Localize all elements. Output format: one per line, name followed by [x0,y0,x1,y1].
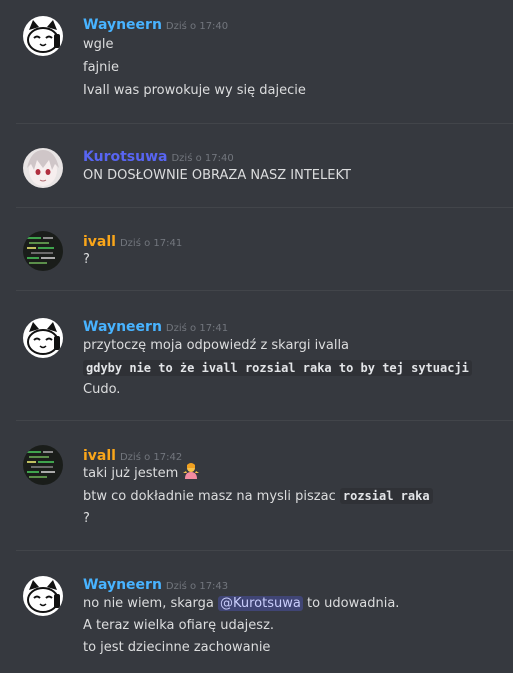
message-text: przytoczę moja odpowiedź z skargi ivalla [83,338,350,353]
message-text: to jest dziecinne zachowanie [83,640,271,655]
message-header: ivall Dziś o 17:41 [83,231,182,250]
message-text: wgle [83,37,114,52]
message-fragment: no nie wiem, skarga [83,596,214,611]
divider [16,420,513,421]
cat-avatar-icon[interactable] [23,576,63,616]
message-text: ? [83,511,90,526]
author-name[interactable]: Wayneern [83,17,162,33]
inline-code: gdyby nie to że ivall rozsial raka to by… [83,360,472,376]
message-fragment: btw co dokładnie masz na mysli piszac [83,489,336,504]
author-name[interactable]: ivall [83,234,116,250]
author-name[interactable]: Kurotsuwa [83,149,167,165]
code-avatar-icon[interactable] [23,231,63,271]
message-text: ON DOSŁOWNIE OBRAZA NASZ INTELEKT [83,168,351,183]
message-header: Kurotsuwa Dziś o 17:40 [83,146,234,165]
message-text: ? [83,252,90,267]
chat-log: Wayneern Dziś o 17:40 wgle fajnie Ivall w… [0,0,513,673]
message-header: Wayneern Dziś o 17:41 [83,316,228,335]
divider [16,123,513,124]
author-name[interactable]: Wayneern [83,577,162,593]
timestamp: Dziś o 17:40 [165,21,229,32]
cat-avatar-icon[interactable] [23,318,63,358]
message-text: Cudo. [83,382,121,397]
inline-code: rozsial raka [339,488,433,504]
divider [16,290,513,291]
message-text: no nie wiem, skarga @Kurotsuwa to udowad… [83,593,399,615]
message-fragment: to udowadnia. [306,596,400,611]
user-mention[interactable]: @Kurotsuwa [218,596,303,611]
message-text: btw co dokładnie masz na mysli piszac ro… [83,485,433,508]
message-text: fajnie [83,60,120,75]
cat-avatar-icon[interactable] [23,16,63,56]
message-text: gdyby nie to że ivall rozsial raka to by… [83,357,472,380]
timestamp: Dziś o 17:43 [165,581,229,592]
message-header: Wayneern Dziś o 17:43 [83,574,228,593]
message-header: Wayneern Dziś o 17:40 [83,14,228,33]
timestamp: Dziś o 17:40 [171,153,234,164]
timestamp: Dziś o 17:41 [119,238,183,249]
author-name[interactable]: Wayneern [83,319,162,335]
divider [16,207,513,208]
message-fragment: taki już jestem [83,466,179,481]
message-text: Ivall was prowokuje wy się dajecie [83,83,306,98]
timestamp: Dziś o 17:41 [165,323,229,334]
divider [16,550,513,551]
message-text: A teraz wielka ofiarę udajesz. [83,618,275,633]
code-avatar-icon[interactable] [23,445,63,485]
anime-girl-avatar-icon[interactable] [23,148,63,188]
